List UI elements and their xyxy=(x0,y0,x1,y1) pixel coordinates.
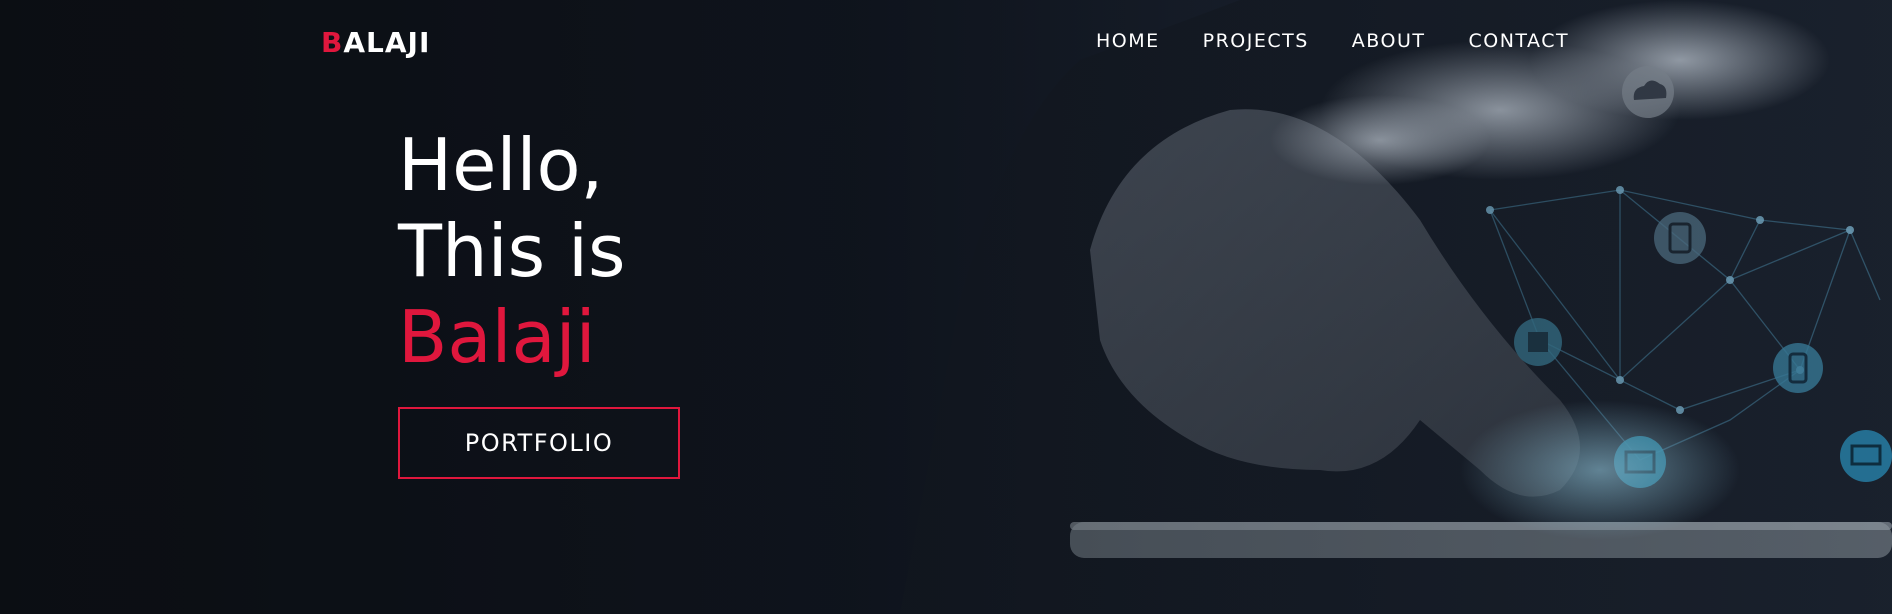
nav-projects[interactable]: PROJECTS xyxy=(1203,30,1309,52)
headline-line-1: Hello, xyxy=(398,123,604,207)
headline-name: Balaji xyxy=(398,295,596,379)
portfolio-button[interactable]: PORTFOLIO xyxy=(398,407,680,479)
headline-line-2: This is xyxy=(398,209,626,293)
nav-home[interactable]: HOME xyxy=(1096,30,1160,52)
main-nav: HOME PROJECTS ABOUT CONTACT xyxy=(1096,30,1569,52)
hero-section: BALAJI HOME PROJECTS ABOUT CONTACT Hello… xyxy=(0,0,1892,614)
nav-about[interactable]: ABOUT xyxy=(1352,30,1426,52)
background-overlay xyxy=(0,0,1892,614)
site-logo[interactable]: BALAJI xyxy=(321,26,430,59)
hero-headline: Hello, This is Balaji xyxy=(398,122,626,380)
nav-contact[interactable]: CONTACT xyxy=(1468,30,1569,52)
logo-accent-letter: B xyxy=(321,26,344,59)
logo-text: ALAJI xyxy=(343,26,431,59)
